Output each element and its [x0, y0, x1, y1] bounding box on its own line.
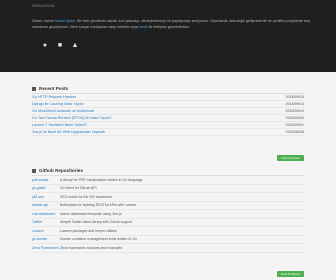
- site-name[interactable]: ISMAILAYDIN: [32, 4, 55, 8]
- post-date: 2018/09/10: [285, 109, 304, 113]
- post-row: Go HTTP Request Handler 2018/09/16: [32, 94, 304, 101]
- github-icon[interactable]: ●: [41, 42, 49, 50]
- repo-description: SEO toolkit for the Yii2 framework: [60, 194, 113, 199]
- repo-row: Zend Framework Zend framework modules and…: [32, 244, 304, 253]
- repo-row: pdf-master A library for PDF manipulation…: [32, 176, 304, 185]
- repo-description: Docker container management tools writte…: [60, 237, 137, 241]
- repo-description: Simple Twitter client library with OAuth…: [60, 220, 133, 224]
- post-title-link[interactable]: Laravel 7 Yenilikleri Neler Getirdi?: [32, 123, 87, 127]
- post-row: Vue.js ile Basit Bir Web Uygulaması Yapm…: [32, 129, 304, 136]
- linkedin-icon[interactable]: ■: [56, 42, 64, 50]
- repo-row: go-docker Docker container management too…: [32, 236, 304, 244]
- repo-name-link[interactable]: go-docker: [32, 237, 60, 241]
- post-title-link[interactable]: Django ile Caching Nasıl Yapılır: [32, 102, 84, 106]
- intro-text: Selam, ismim İsmail Aydın. Bir web yönet…: [32, 19, 311, 29]
- repos-list: pdf-master A library for PDF manipulation…: [32, 176, 304, 253]
- github-repos-section: Github Repositories pdf-master A library …: [32, 168, 304, 277]
- view-all-repos-button[interactable]: View All Repos: [277, 271, 304, 277]
- post-date: 2018/09/01: [285, 123, 304, 127]
- posts-icon: [32, 86, 36, 91]
- repo-description: Zend framework modules and examples: [60, 245, 123, 250]
- repo-name-link[interactable]: pdf-master: [32, 178, 60, 182]
- repo-description: Boilerplate for building RESTful APIs wi…: [60, 203, 137, 207]
- view-all-posts-button[interactable]: View All Posts: [277, 155, 304, 161]
- repo-row: Twitter Simple Twitter client library wit…: [32, 219, 304, 227]
- repo-name-link[interactable]: vue-dashboard: [32, 212, 60, 216]
- post-row: Laravel 7 Yenilikleri Neler Getirdi? 2018…: [32, 122, 304, 129]
- header: ISMAILAYDIN Selam, ismim İsmail Aydın. B…: [0, 0, 336, 72]
- repo-row: go-gitlab Go client for GitLab API: [32, 185, 304, 193]
- repo-description: Laravel packages and helper utilities: [60, 228, 117, 233]
- post-date: 2018/09/14: [285, 102, 304, 106]
- repo-description: Admin dashboard template using Vue.js: [60, 211, 122, 216]
- repo-row: vue-dashboard Admin dashboard template us…: [32, 210, 304, 219]
- post-date: 2018/08/28: [285, 130, 304, 134]
- post-title-link[interactable]: Go HTTP Request Handler: [32, 95, 76, 99]
- repo-name-link[interactable]: Laravel: [32, 229, 60, 233]
- repo-name-link[interactable]: go-gitlab: [32, 186, 60, 190]
- repo-name-link[interactable]: Zend Framework: [32, 246, 60, 250]
- post-title-link[interactable]: Go Modüllerini Anlamak ve Kullanmak: [32, 109, 94, 113]
- twitter-icon[interactable]: ▲: [71, 42, 79, 50]
- repo-name-link[interactable]: Twitter: [32, 220, 60, 224]
- post-row: Django ile Caching Nasıl Yapılır 2018/09/…: [32, 101, 304, 108]
- post-date: 2018/09/16: [285, 95, 304, 99]
- intro-email-link[interactable]: email: [139, 25, 148, 29]
- repo-row: Laravel Laravel packages and helper utili…: [32, 227, 304, 236]
- post-row: Go Test Yazma Rehberi (RTOS) ile Nasıl Y…: [32, 115, 304, 122]
- repo-description: Go client for GitLab API: [60, 186, 97, 190]
- intro-name-link[interactable]: İsmail Aydın: [55, 19, 75, 23]
- social-links: ● ■ ▲: [41, 42, 79, 50]
- repos-title: Github Repositories: [32, 168, 304, 173]
- recent-posts-title: Recent Posts: [32, 86, 304, 91]
- repo-row: laravel-api Boilerplate for building REST…: [32, 202, 304, 210]
- repo-row: yii2-seo SEO toolkit for the Yii2 framewo…: [32, 193, 304, 202]
- repo-name-link[interactable]: laravel-api: [32, 203, 60, 207]
- post-title-link[interactable]: Vue.js ile Basit Bir Web Uygulaması Yapm…: [32, 130, 105, 134]
- post-row: Go Modüllerini Anlamak ve Kullanmak 2018/…: [32, 108, 304, 115]
- posts-list: Go HTTP Request Handler 2018/09/16 Django …: [32, 94, 304, 136]
- repo-description: A library for PDF manipulation written i…: [60, 177, 143, 182]
- repo-name-link[interactable]: yii2-seo: [32, 195, 60, 199]
- post-date: 2018/09/04: [285, 116, 304, 120]
- post-title-link[interactable]: Go Test Yazma Rehberi (RTOS) ile Nasıl Y…: [32, 116, 112, 120]
- recent-posts-section: Recent Posts Go HTTP Request Handler 2018…: [32, 86, 304, 161]
- github-icon: [32, 168, 36, 173]
